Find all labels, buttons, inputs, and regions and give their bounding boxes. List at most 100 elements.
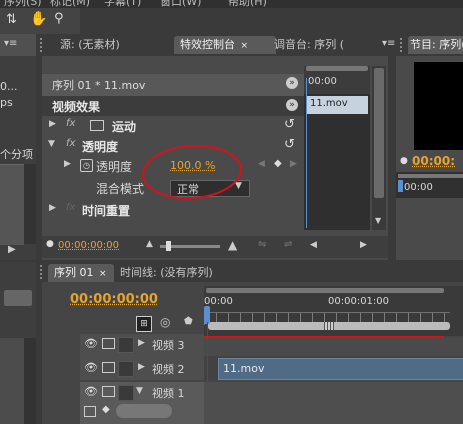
fx-icon[interactable]: fx: [66, 118, 75, 129]
program-ruler-time: 00:00: [404, 182, 433, 193]
next-keyframe-icon[interactable]: ▶: [290, 159, 297, 169]
loop-icon[interactable]: ⇌: [284, 239, 292, 250]
timeline-ruler: 00:00 00:00:01:00: [204, 286, 463, 336]
eye-icon[interactable]: 👁: [84, 337, 98, 350]
left-scrollbar[interactable]: [24, 164, 36, 244]
tab-source[interactable]: 源: (无素材): [60, 36, 120, 54]
display-style-icon[interactable]: [84, 406, 96, 417]
clip-path: 序列 01 * 11.mov: [52, 79, 146, 92]
program-playhead[interactable]: [398, 180, 403, 192]
marker-icon[interactable]: ◎: [160, 315, 170, 329]
eye-icon[interactable]: 👁: [84, 385, 98, 398]
tab-program[interactable]: 节目: 序列(: [408, 36, 463, 54]
timeline-panel: 00:00:00:00 ⊞ ◎ ⬟ 00:00 00:00:01:00 👁 ▶ …: [42, 282, 463, 424]
tab-sequence-label: 序列 01: [54, 266, 94, 279]
keyframe-icon[interactable]: ◆: [102, 404, 110, 415]
expand-arrow-icon[interactable]: ▶: [49, 119, 56, 129]
tab-audio-mixer[interactable]: 调音台: 序列 (: [274, 36, 344, 54]
program-work-area[interactable]: [398, 174, 463, 178]
mini-work-area[interactable]: [306, 66, 368, 71]
scroll-down-icon[interactable]: ▼: [375, 216, 381, 225]
menu-item[interactable]: 帮助(H): [228, 0, 267, 8]
lock-slot[interactable]: [118, 337, 134, 353]
film-icon[interactable]: [102, 362, 115, 373]
zoom-bar-handle[interactable]: [324, 322, 334, 330]
zoom-out-icon[interactable]: ▲: [146, 239, 153, 249]
transform-icon[interactable]: [90, 120, 104, 131]
zoom-in-icon[interactable]: ▲: [228, 238, 237, 252]
tab-effect-controls[interactable]: 视频效果 特效控制台 ×: [174, 36, 276, 54]
film-icon[interactable]: [102, 386, 115, 397]
eye-icon[interactable]: 👁: [84, 361, 98, 374]
effect-scrollbar[interactable]: ▼: [372, 66, 386, 230]
scroll-right-icon[interactable]: ▶: [8, 244, 16, 255]
track-video-3-lane[interactable]: [204, 338, 463, 356]
program-monitor: ● 00:00: 00:00: [396, 56, 463, 260]
scroll-thumb[interactable]: [374, 68, 384, 198]
menu-item[interactable]: 序列(S): [4, 0, 42, 8]
snap-icon[interactable]: ⊞: [136, 316, 152, 332]
tab-sequence[interactable]: 序列 01 ×: [48, 264, 114, 282]
reset-icon[interactable]: ↺: [284, 117, 295, 132]
panel-menu-icon[interactable]: ▾≡: [382, 38, 395, 49]
collapse-arrow-icon[interactable]: ▼: [48, 139, 55, 149]
effect-timecode[interactable]: 00:00:00:00: [58, 240, 119, 251]
scroll-right-icon[interactable]: ▶: [360, 240, 367, 250]
track-name: 视频 3: [152, 339, 185, 352]
zoom-tool-icon[interactable]: ⚲: [54, 11, 70, 27]
track-video-3: 👁 ▶ 视频 3: [80, 334, 204, 356]
keyframe-nav[interactable]: [116, 404, 172, 418]
lock-slot[interactable]: [118, 385, 134, 401]
select-tool-icon[interactable]: ⇅: [6, 12, 22, 28]
fx-icon: fx: [66, 202, 76, 213]
playhead-line[interactable]: [207, 322, 208, 424]
left-lower-scrollbar[interactable]: [24, 338, 36, 424]
stopwatch-icon[interactable]: ◷: [80, 159, 93, 172]
zoom-slider-handle[interactable]: [166, 241, 171, 251]
left-lower-panel: [0, 262, 36, 424]
scroll-left-icon[interactable]: ◀: [310, 240, 317, 250]
filter-icon[interactable]: ⇋: [258, 239, 266, 250]
tab-close-icon[interactable]: ×: [241, 41, 249, 51]
track-video-1-lane[interactable]: [204, 382, 463, 424]
grip-icon[interactable]: [400, 38, 406, 52]
motion-row[interactable]: ▶ fx 运动 ↺: [42, 116, 304, 136]
tab-timeline-empty-label: 时间线: (没有序列): [120, 266, 213, 279]
fx-icon[interactable]: fx: [66, 138, 75, 149]
tool-bar: ⇅ ✋ ⚲: [0, 8, 80, 34]
lock-slot[interactable]: [118, 361, 134, 377]
film-icon[interactable]: [102, 338, 115, 349]
add-keyframe-icon[interactable]: ◆: [274, 158, 282, 169]
navigate-icon[interactable]: »: [286, 77, 298, 89]
collapse-arrow-icon[interactable]: ▼: [136, 386, 143, 396]
grip-icon[interactable]: [40, 38, 46, 52]
menu-item[interactable]: 标记(M): [50, 0, 90, 8]
expand-arrow-icon[interactable]: ▶: [49, 203, 56, 213]
panel-menu-icon[interactable]: ▾≡: [4, 38, 17, 49]
menu-item[interactable]: 窗口(W): [160, 0, 201, 8]
video-effects-title: 视频效果: [52, 100, 101, 114]
time-remap-row[interactable]: ▶ fx 时间重置: [42, 200, 304, 220]
menu-bar: 序列(S) 标记(M) 字幕(T) 窗口(W) 帮助(H): [0, 0, 463, 8]
add-marker-icon[interactable]: ⬟: [184, 316, 193, 327]
prev-keyframe-icon[interactable]: ◀: [258, 159, 265, 169]
collapse-icon[interactable]: »: [286, 99, 298, 111]
program-timecode[interactable]: 00:00:: [412, 154, 455, 168]
tab-timeline-empty[interactable]: 时间线: (没有序列): [120, 264, 213, 282]
left-text-3: 个分项: [0, 148, 33, 161]
mini-playhead[interactable]: [306, 78, 307, 228]
reset-icon[interactable]: ↺: [284, 137, 295, 152]
timeline-timecode[interactable]: 00:00:00:00: [70, 292, 158, 307]
grip-icon[interactable]: [40, 265, 46, 279]
expand-arrow-icon[interactable]: ▶: [138, 362, 145, 372]
tab-close-icon[interactable]: ×: [99, 269, 107, 279]
program-marker-icon: ●: [400, 156, 408, 166]
expand-arrow-icon[interactable]: ▶: [64, 159, 71, 169]
hand-tool-icon[interactable]: ✋: [30, 11, 47, 27]
left-lower-field[interactable]: [4, 290, 32, 306]
menu-item[interactable]: 字幕(T): [104, 0, 141, 8]
timeline-clip[interactable]: 11.mov: [218, 358, 463, 380]
mini-clip[interactable]: 11.mov: [306, 96, 368, 114]
expand-arrow-icon[interactable]: ▶: [138, 338, 145, 348]
work-area-bar[interactable]: [206, 288, 444, 293]
